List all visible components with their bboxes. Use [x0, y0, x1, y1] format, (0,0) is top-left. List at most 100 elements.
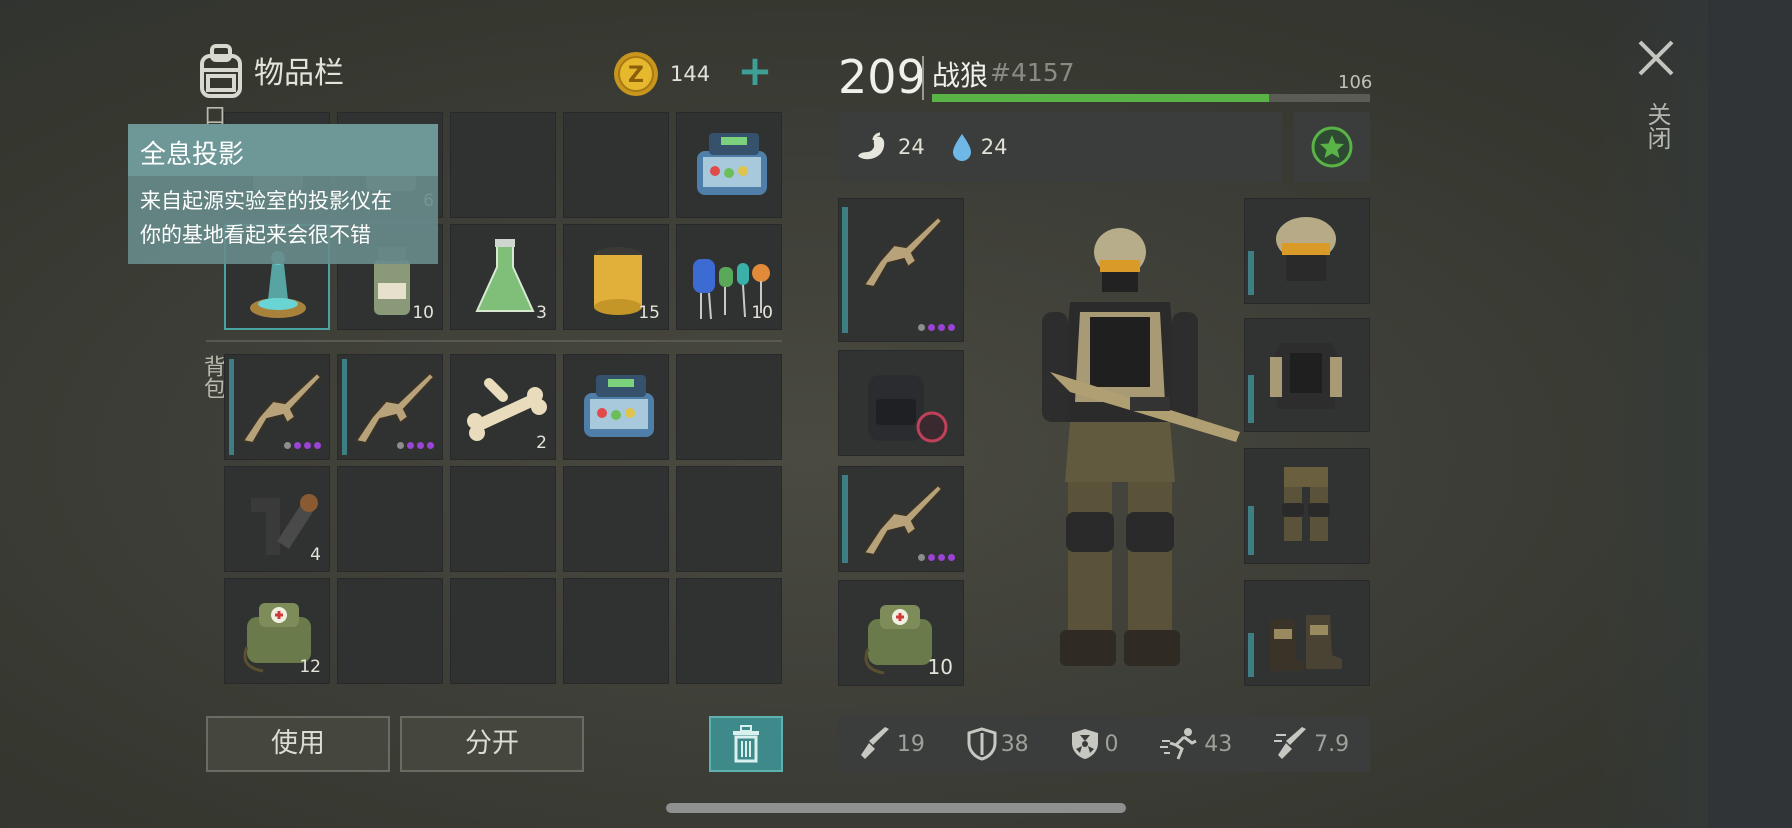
backpack-slot[interactable] — [337, 466, 443, 572]
coin-count: 144 — [670, 62, 711, 86]
backpack-slot[interactable] — [337, 354, 443, 460]
close-button[interactable]: 关闭 — [1640, 102, 1675, 150]
armor-slot[interactable] — [1244, 198, 1370, 304]
item-quantity: 10 — [751, 303, 773, 323]
sword-icon — [860, 727, 889, 759]
backpack-slot[interactable] — [450, 466, 556, 572]
close-icon[interactable] — [1636, 38, 1676, 78]
backpack-slot[interactable]: 4 — [224, 466, 330, 572]
item-tooltip: 全息投影 来自起源实验室的投影仪在 你的基地看起来会很不错 — [128, 124, 438, 264]
pocket-slot[interactable]: 10 — [676, 224, 782, 330]
electronics-kit-icon — [584, 375, 654, 437]
xp-value: 106 — [1338, 72, 1373, 93]
backpack-slot[interactable] — [676, 578, 782, 684]
water-drop-icon — [952, 134, 971, 161]
backpack-slot[interactable] — [337, 578, 443, 684]
pocket-slot[interactable] — [563, 112, 669, 218]
backpack-icon — [200, 44, 242, 98]
radiation-stat: 0 — [1070, 727, 1118, 761]
armor-slot[interactable] — [1244, 318, 1370, 432]
fast-sword-icon — [1274, 727, 1307, 759]
damage-value: 19 — [896, 731, 925, 757]
rarity-dots — [397, 442, 434, 449]
shield-icon — [967, 727, 997, 761]
pants-icon — [1282, 467, 1330, 541]
delete-button[interactable] — [709, 716, 783, 772]
use-button[interactable]: 使用 — [206, 716, 390, 772]
trash-icon — [733, 725, 759, 763]
speed-stat: 43 — [1160, 727, 1232, 761]
rifle-icon — [862, 483, 944, 557]
vest-icon — [1270, 343, 1342, 409]
add-coins-button[interactable]: + — [735, 50, 775, 92]
backpack-slot[interactable] — [563, 578, 669, 684]
attack-speed-stat: 7.9 — [1274, 727, 1349, 761]
svg-text:Z: Z — [628, 63, 644, 88]
combat-stats: 19 38 0 43 7.9 — [838, 716, 1370, 772]
hunger-value: 24 — [898, 135, 925, 159]
inventory-title: 物品栏 — [254, 56, 344, 91]
backpack-slot[interactable] — [676, 466, 782, 572]
speed-value: 43 — [1204, 731, 1233, 757]
pocket-slot[interactable] — [450, 112, 556, 218]
star-icon — [1311, 126, 1353, 168]
rarity-dots — [284, 442, 321, 449]
pocket-slot[interactable]: 15 — [563, 224, 669, 330]
character-model — [1042, 228, 1240, 666]
thirst-value: 24 — [980, 135, 1008, 159]
backpack-icon — [868, 375, 948, 443]
item-quantity: 10 — [927, 655, 953, 679]
equipment-slot[interactable] — [838, 350, 964, 456]
boots-icon — [1270, 615, 1342, 671]
name-divider — [922, 56, 924, 100]
xp-fill — [932, 94, 1270, 102]
item-quantity: 12 — [299, 657, 321, 677]
item-quantity: 10 — [412, 303, 434, 323]
backpack-slot[interactable] — [224, 354, 330, 460]
backpack-slot[interactable]: 2 — [450, 354, 556, 460]
backpack-slot[interactable]: 12 — [224, 578, 330, 684]
defense-value: 38 — [1000, 731, 1029, 757]
perks-button[interactable] — [1294, 112, 1370, 182]
electronics-kit-icon — [697, 133, 767, 195]
rifle-icon — [354, 371, 436, 445]
durability-bar — [842, 475, 848, 563]
defense-stat: 38 — [967, 727, 1029, 761]
split-button[interactable]: 分开 — [400, 716, 584, 772]
character-name: 战狼 — [932, 59, 989, 92]
radiation-value: 0 — [1104, 731, 1119, 757]
durability-bar — [842, 207, 848, 333]
character-level: 209 — [838, 50, 926, 104]
backpack-slot[interactable] — [676, 354, 782, 460]
pocket-slot[interactable]: 3 — [450, 224, 556, 330]
rifle-icon — [241, 371, 323, 445]
stomach-icon — [858, 132, 885, 160]
item-quantity: 15 — [638, 303, 660, 323]
coin-icon: Z — [614, 52, 658, 96]
equipment-slot[interactable] — [838, 466, 964, 572]
running-icon — [1160, 728, 1197, 760]
backpack-slot[interactable] — [563, 354, 669, 460]
home-indicator[interactable] — [666, 803, 1126, 813]
tooltip-description: 来自起源实验室的投影仪在 你的基地看起来会很不错 — [128, 176, 438, 260]
armor-slot[interactable] — [1244, 580, 1370, 686]
backpack-slot[interactable] — [450, 578, 556, 684]
attack-speed-value: 7.9 — [1314, 731, 1350, 757]
inventory-header: 物品栏 — [196, 42, 344, 98]
rarity-dots — [918, 324, 955, 331]
radiation-shield-icon — [1072, 729, 1099, 759]
armor-slot[interactable] — [1244, 448, 1370, 564]
tooltip-line-1: 来自起源实验室的投影仪在 — [140, 189, 392, 213]
rarity-dots — [918, 554, 955, 561]
damage-stat: 19 — [859, 727, 925, 761]
item-quantity: 4 — [310, 545, 321, 565]
backpack-slot[interactable] — [563, 466, 669, 572]
pocket-slot[interactable] — [676, 112, 782, 218]
tooltip-line-2: 你的基地看起来会很不错 — [140, 223, 371, 247]
equipment-slot[interactable] — [838, 198, 964, 342]
coin-counter: Z 144 — [612, 48, 710, 100]
survival-stats: 24 24 — [838, 112, 1282, 182]
helmet-icon — [1276, 217, 1336, 281]
rifle-icon — [862, 215, 944, 289]
equipment-slot[interactable]: 10 — [838, 580, 964, 686]
